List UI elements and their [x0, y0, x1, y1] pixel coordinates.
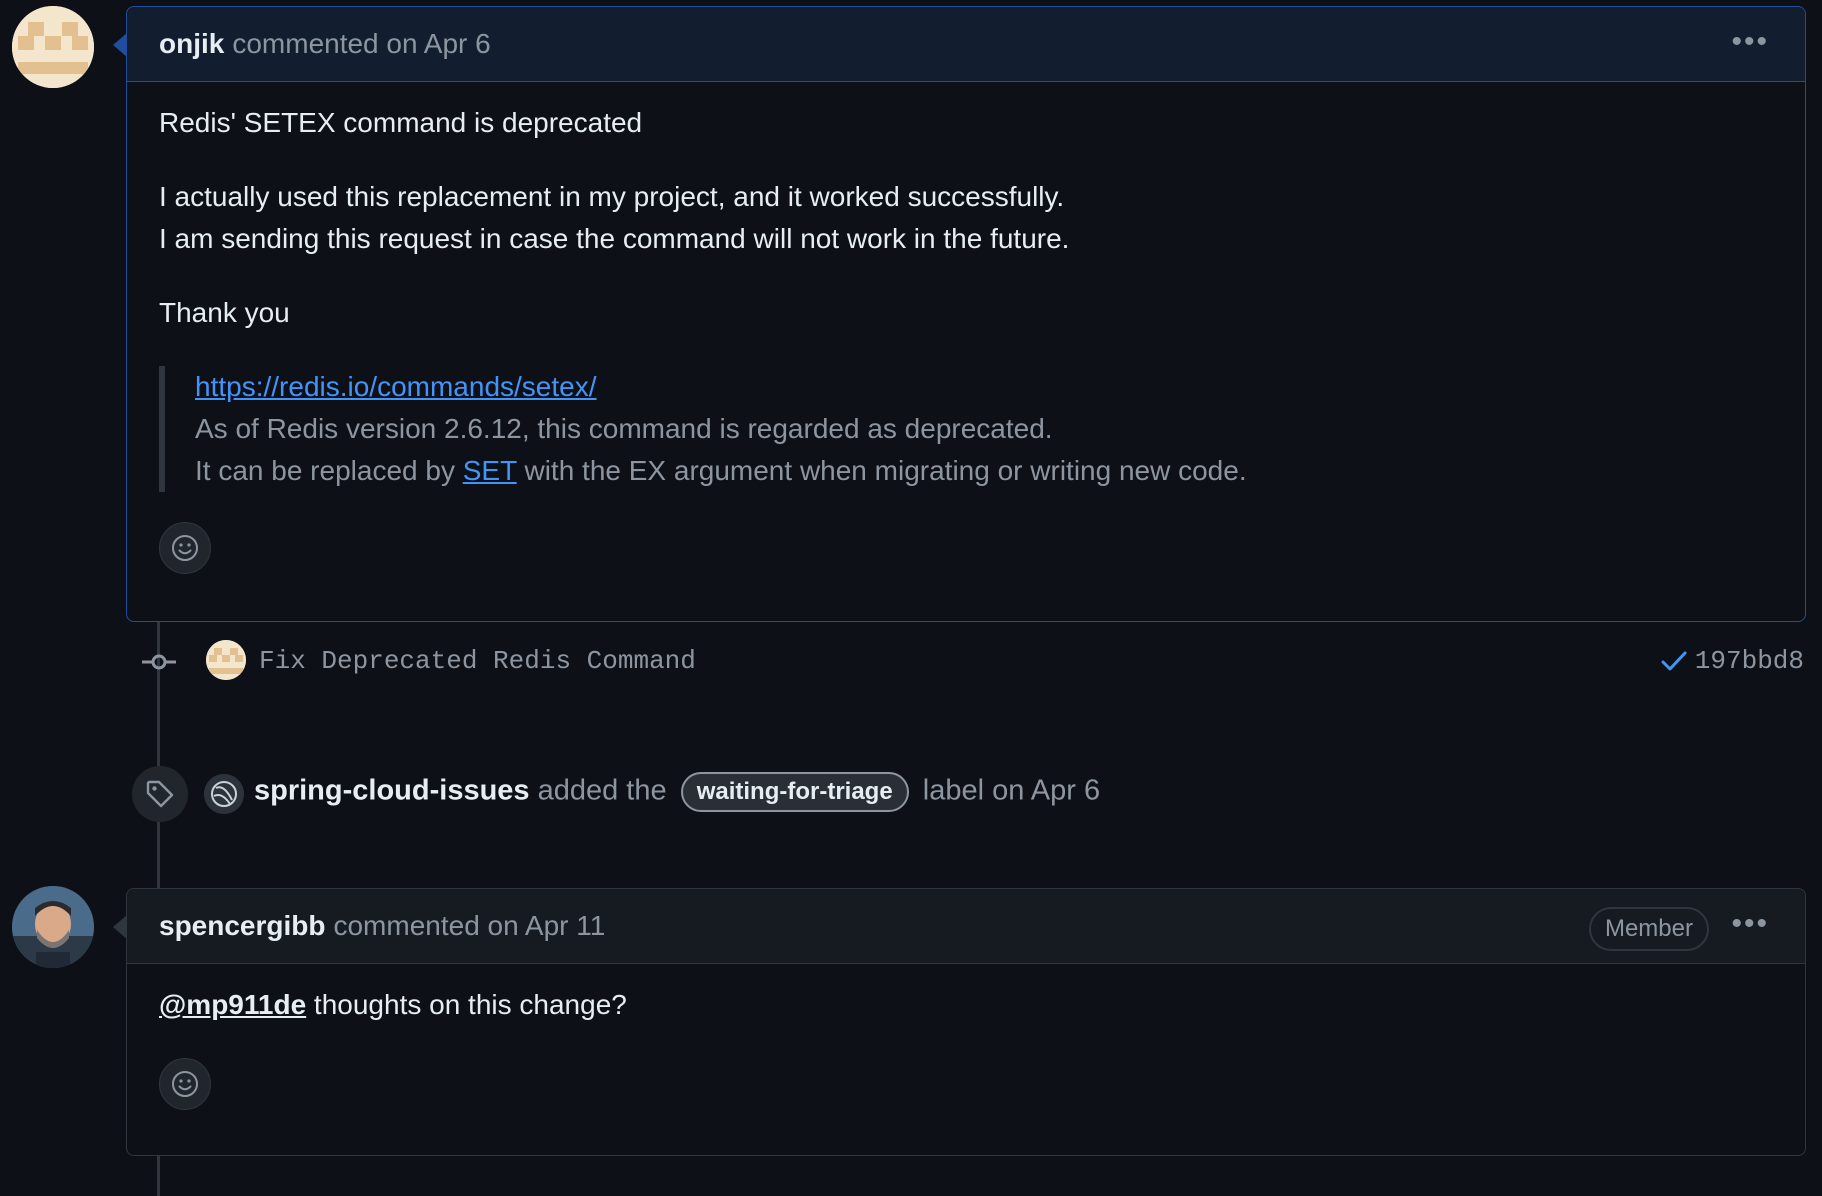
tag-badge [132, 766, 188, 822]
quote-line-2-pre: It can be replaced by [195, 455, 463, 486]
comment-caret [113, 33, 127, 57]
quote-line-2-post: with the EX argument when migrating or w… [516, 455, 1247, 486]
comment-header: onjik commented on Apr 6 ••• [127, 7, 1805, 82]
kebab-horizontal-icon[interactable]: ••• [1731, 25, 1769, 59]
commit-author-avatar[interactable] [206, 640, 246, 680]
event-text-after: label on Apr 6 [922, 774, 1101, 807]
tag-icon [146, 780, 174, 808]
add-reaction-button[interactable] [159, 522, 211, 574]
mention-link[interactable]: @mp911de [159, 989, 306, 1020]
comment-caret [113, 915, 127, 939]
comment-header: spencergibb commented on Apr 11 Member •… [127, 889, 1805, 964]
check-icon[interactable] [1661, 650, 1687, 672]
comment-line-1: I actually used this replacement in my p… [159, 181, 1065, 212]
label-event: spring-cloud-issues added the waiting-fo… [132, 766, 1732, 822]
comment-text-rest: thoughts on this change? [306, 989, 627, 1020]
avatar-onjik[interactable] [12, 6, 94, 88]
comment-text: @mp911de thoughts on this change? [159, 984, 1773, 1026]
comment-paragraph: I actually used this replacement in my p… [159, 176, 1773, 260]
comment-body: Redis' SETEX command is deprecated I act… [127, 82, 1805, 574]
blockquote: https://redis.io/commands/setex/ As of R… [159, 366, 1773, 492]
commit-row: Fix Deprecated Redis Command 197bbd8 [126, 640, 1804, 684]
comment-title: Redis' SETEX command is deprecated [159, 107, 643, 138]
git-commit-icon [142, 654, 176, 670]
event-actor[interactable]: spring-cloud-issues [254, 775, 530, 807]
label-waiting-for-triage[interactable]: waiting-for-triage [680, 772, 909, 812]
comment-timestamp[interactable]: commented on Apr 11 [333, 910, 605, 942]
comment-timestamp[interactable]: commented on Apr 6 [232, 28, 490, 60]
bot-avatar[interactable] [204, 774, 244, 814]
label-event-text: spring-cloud-issues added the waiting-fo… [254, 772, 1100, 812]
commit-sha[interactable]: 197bbd8 [1695, 646, 1804, 676]
comment-thanks: Thank you [159, 297, 290, 328]
comment-onjik: onjik commented on Apr 6 ••• Redis' SETE… [113, 6, 1806, 622]
comment-spencergibb: spencergibb commented on Apr 11 Member •… [113, 888, 1806, 1156]
commit-sha-group: 197bbd8 [1661, 646, 1804, 676]
commit-message[interactable]: Fix Deprecated Redis Command [259, 646, 696, 676]
comment-body: @mp911de thoughts on this change? [127, 964, 1805, 1110]
quote-line-1: As of Redis version 2.6.12, this command… [195, 413, 1053, 444]
add-reaction-button[interactable] [159, 1058, 211, 1110]
avatar-spencergibb[interactable] [12, 886, 94, 968]
comment-author[interactable]: onjik [159, 28, 224, 60]
comment-line-2: I am sending this request in case the co… [159, 223, 1070, 254]
member-badge: Member [1588, 907, 1709, 951]
set-command-link[interactable]: SET [463, 455, 517, 486]
smiley-icon [172, 1071, 198, 1097]
event-text-before: added the [537, 774, 667, 807]
redis-setex-link[interactable]: https://redis.io/commands/setex/ [195, 371, 597, 402]
smiley-icon [172, 535, 198, 561]
comment-author[interactable]: spencergibb [159, 910, 325, 942]
kebab-horizontal-icon[interactable]: ••• [1731, 907, 1769, 941]
